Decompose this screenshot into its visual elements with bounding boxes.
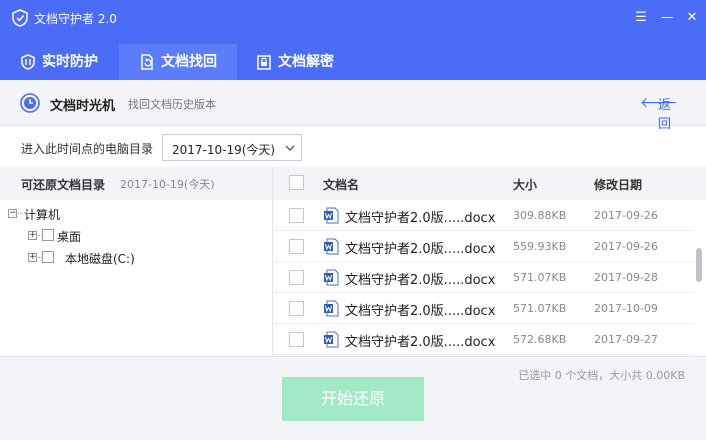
file-date: 2017-09-26 — [594, 240, 658, 253]
tab-label: 文档找回 — [161, 54, 217, 70]
table-row[interactable]: 文档守护者2.0版.....docx 571.07KB 2017-09-28 — [273, 262, 694, 293]
tree-checkbox[interactable] — [42, 229, 54, 241]
select-all-checkbox[interactable] — [289, 175, 304, 190]
file-date: 2017-09-27 — [594, 333, 658, 346]
file-date: 2017-09-26 — [594, 209, 658, 222]
page-title: 文档时光机 — [50, 99, 116, 114]
minimize-button[interactable]: — — [657, 8, 677, 28]
directory-label: 进入此时间点的电脑目录 — [21, 142, 154, 156]
file-size: 309.88KB — [513, 209, 567, 222]
file-size: 571.07KB — [513, 302, 567, 315]
page-subtitle: 找回文档历史版本 — [128, 98, 216, 111]
word-document-icon — [324, 238, 339, 255]
file-name: 文档守护者2.0版.....docx — [345, 304, 496, 319]
tab-document-recovery[interactable]: 文档找回 — [119, 44, 237, 80]
tab-label: 实时防护 — [42, 54, 98, 70]
close-button[interactable]: ✕ — [682, 8, 702, 28]
file-size: 572.68KB — [513, 333, 567, 346]
word-document-icon — [324, 207, 339, 224]
window-title: 文档守护者 2.0 — [34, 12, 117, 26]
table-scrollbar[interactable] — [694, 200, 704, 354]
start-restore-button[interactable]: 开始还原 — [282, 377, 424, 421]
date-select[interactable]: 2017-10-19(今天) — [162, 134, 302, 161]
directory-date-row: 进入此时间点的电脑目录 2017-10-19(今天) — [0, 127, 706, 167]
file-name: 文档守护者2.0版.....docx — [345, 335, 496, 350]
scrollbar-thumb[interactable] — [696, 248, 702, 282]
clock-icon — [20, 93, 40, 113]
row-checkbox[interactable] — [289, 239, 304, 254]
tree-header-date: 2017-10-19(今天) — [120, 178, 215, 191]
selection-info: 已选中 0 个文档，大小共 0.00KB — [518, 369, 685, 382]
word-document-icon — [324, 269, 339, 286]
row-checkbox[interactable] — [289, 208, 304, 223]
column-header-date[interactable]: 修改日期 — [594, 176, 642, 193]
file-date: 2017-10-09 — [594, 302, 658, 315]
file-size: 559.93KB — [513, 240, 567, 253]
file-date: 2017-09-28 — [594, 271, 658, 284]
shield-icon — [21, 54, 35, 70]
file-size: 571.07KB — [513, 271, 567, 284]
expand-toggle[interactable]: + — [28, 231, 37, 240]
table-row[interactable]: 文档守护者2.0版.....docx 559.93KB 2017-09-26 — [273, 231, 694, 262]
file-name: 文档守护者2.0版.....docx — [345, 242, 496, 257]
row-checkbox[interactable] — [289, 270, 304, 285]
table-row[interactable]: 文档守护者2.0版.....docx 572.68KB 2017-09-27 — [273, 324, 694, 355]
word-document-icon — [324, 331, 339, 348]
tree-node-computer[interactable]: − 计算机 — [8, 204, 208, 222]
row-checkbox[interactable] — [289, 301, 304, 316]
file-name: 文档守护者2.0版.....docx — [345, 273, 496, 288]
word-document-icon — [324, 300, 339, 317]
file-name: 文档守护者2.0版.....docx — [345, 211, 496, 226]
title-bar: 文档守护者 2.0 ☰ — ✕ — [0, 0, 706, 36]
collapse-toggle[interactable]: − — [8, 209, 17, 218]
table-row[interactable]: 文档守护者2.0版.....docx 571.07KB 2017-10-09 — [273, 293, 694, 324]
table-row[interactable]: 文档守护者2.0版.....docx 309.88KB 2017-09-26 — [273, 200, 694, 231]
tree-node-label: 桌面 — [57, 230, 82, 244]
tab-bar: 实时防护 文档找回 文档解密 — [0, 36, 706, 80]
directory-tree-pane: 可还原文档目录 2017-10-19(今天) − 计算机 + 桌面 + 本地磁盘… — [0, 167, 273, 356]
sub-header: 文档时光机 找回文档历史版本 🡐 返回 — [0, 80, 706, 132]
tree-header: 可还原文档目录 2017-10-19(今天) — [0, 167, 272, 200]
column-header-size[interactable]: 大小 — [513, 176, 537, 193]
column-header-name[interactable]: 文档名 — [323, 176, 359, 193]
app-logo-icon — [12, 9, 28, 27]
expand-toggle[interactable]: + — [28, 253, 37, 262]
tree-node-desktop[interactable]: + 桌面 — [28, 226, 228, 244]
footer: 已选中 0 个文档，大小共 0.00KB 开始还原 — [0, 356, 706, 440]
tree-node-label: 计算机 — [24, 208, 61, 222]
tree-connector — [18, 213, 23, 214]
tab-realtime-protection[interactable]: 实时防护 — [0, 44, 118, 80]
row-checkbox[interactable] — [289, 332, 304, 347]
date-select-value: 2017-10-19(今天) — [172, 143, 276, 157]
tab-label: 文档解密 — [278, 54, 334, 70]
menu-button[interactable]: ☰ — [631, 8, 651, 28]
tab-document-decrypt[interactable]: 文档解密 — [238, 44, 356, 80]
tree-header-title: 可还原文档目录 — [21, 178, 106, 192]
chevron-down-icon — [285, 145, 295, 151]
tree-node-local-disk[interactable]: + 本地磁盘(C:) — [28, 248, 228, 266]
lock-document-icon — [257, 55, 271, 70]
tree-node-label: 本地磁盘(C:) — [65, 252, 135, 266]
tree-checkbox[interactable] — [42, 251, 54, 263]
document-restore-icon — [141, 54, 153, 70]
table-header: 文档名 大小 修改日期 — [273, 167, 706, 200]
file-table: 文档名 大小 修改日期 文档守护者2.0版.....docx 309.88KB … — [273, 167, 706, 356]
